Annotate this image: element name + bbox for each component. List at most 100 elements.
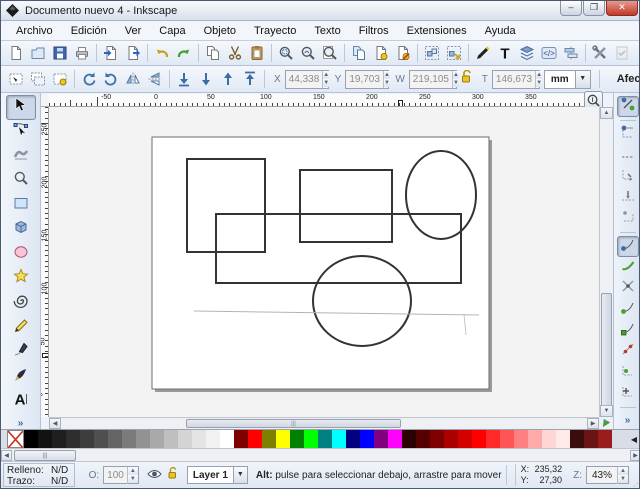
color-swatch[interactable]: [528, 430, 542, 448]
color-swatch[interactable]: [346, 430, 360, 448]
color-swatch[interactable]: [276, 430, 290, 448]
unlink-clone-button[interactable]: [392, 42, 414, 64]
snap-smooth-nodes-button[interactable]: [617, 320, 639, 341]
xml-editor-button[interactable]: </>: [538, 42, 560, 64]
color-swatch[interactable]: [80, 430, 94, 448]
snap-rotation-center-button[interactable]: [617, 383, 639, 404]
snap-paths-button[interactable]: [617, 257, 639, 278]
pencil-tool-button[interactable]: [6, 316, 36, 341]
layer-selector[interactable]: Layer 1 ▼: [187, 466, 248, 484]
color-swatch[interactable]: [318, 430, 332, 448]
scroll-right-arrow[interactable]: ▶: [587, 418, 599, 429]
color-swatch[interactable]: [234, 430, 248, 448]
ungroup-objects-button[interactable]: [443, 42, 465, 64]
color-swatch[interactable]: [500, 430, 514, 448]
color-management-toggle[interactable]: [599, 417, 613, 429]
snap-bbox-centers-button[interactable]: [617, 208, 639, 229]
bezier-tool-button[interactable]: [6, 340, 36, 365]
open-document-button[interactable]: [27, 42, 49, 64]
snap-path-intersections-button[interactable]: [617, 278, 639, 299]
snap-object-centers-button[interactable]: [617, 362, 639, 383]
unit-dropdown[interactable]: mm▼: [544, 70, 591, 89]
export-bitmap-button[interactable]: [122, 42, 144, 64]
rotate-cw-button[interactable]: [100, 68, 122, 90]
color-swatch[interactable]: [220, 430, 234, 448]
snapbar-overflow-chevron[interactable]: »: [625, 415, 631, 426]
paste-button[interactable]: [246, 42, 268, 64]
palette-scroll-thumb[interactable]: |||: [14, 450, 76, 461]
close-button[interactable]: ✕: [606, 1, 638, 16]
maximize-button[interactable]: ❐: [583, 1, 605, 16]
zoom-page-button[interactable]: [319, 42, 341, 64]
color-swatch[interactable]: [416, 430, 430, 448]
menu-texto[interactable]: Texto: [305, 23, 349, 39]
color-swatch[interactable]: [444, 430, 458, 448]
color-swatch[interactable]: [304, 430, 318, 448]
duplicate-button[interactable]: [348, 42, 370, 64]
lower-button[interactable]: [195, 68, 217, 90]
toolbox-overflow-chevron[interactable]: »: [18, 418, 24, 429]
snap-bbox-corners-button[interactable]: [617, 166, 639, 187]
rotate-ccw-button[interactable]: [78, 68, 100, 90]
color-swatch[interactable]: [290, 430, 304, 448]
y-field[interactable]: 19,703▲▼: [345, 70, 389, 89]
color-swatch[interactable]: [24, 430, 38, 448]
zoom-selection-button[interactable]: [275, 42, 297, 64]
menu-archivo[interactable]: Archivo: [7, 23, 62, 39]
horizontal-scrollbar[interactable]: ◀ ||| ▶: [49, 417, 599, 429]
snap-bbox-edge-midpoints-button[interactable]: [617, 187, 639, 208]
flip-horizontal-button[interactable]: [122, 68, 144, 90]
canvas-viewport[interactable]: [49, 107, 599, 417]
layer-visibility-icon[interactable]: [147, 468, 162, 483]
color-swatch[interactable]: [430, 430, 444, 448]
palette-scroll-right-arrow[interactable]: ▶: [630, 450, 640, 461]
layer-lock-icon[interactable]: [167, 467, 179, 483]
select-all-layers-button[interactable]: [27, 68, 49, 90]
no-color-swatch[interactable]: [7, 430, 24, 448]
color-swatch[interactable]: [150, 430, 164, 448]
node-tool-button[interactable]: [6, 120, 36, 145]
color-swatch[interactable]: [598, 430, 612, 448]
create-clone-button[interactable]: [370, 42, 392, 64]
color-swatch[interactable]: [514, 430, 528, 448]
drawing-canvas[interactable]: [49, 107, 599, 417]
title-bar[interactable]: Documento nuevo 4 - Inkscape – ❐ ✕: [1, 1, 640, 21]
raise-to-top-button[interactable]: [239, 68, 261, 90]
star-tool-button[interactable]: [6, 267, 36, 292]
fill-stroke-indicator[interactable]: Relleno: N/D Trazo: N/D: [3, 463, 75, 487]
resize-grip[interactable]: ⋰: [633, 479, 640, 488]
color-swatch[interactable]: [542, 430, 556, 448]
text-dialog-button[interactable]: T: [494, 42, 516, 64]
copy-button[interactable]: [202, 42, 224, 64]
menu-ayuda[interactable]: Ayuda: [476, 23, 525, 39]
color-swatch[interactable]: [206, 430, 220, 448]
menu-filtros[interactable]: Filtros: [350, 23, 398, 39]
color-swatch[interactable]: [178, 430, 192, 448]
flip-vertical-button[interactable]: [144, 68, 166, 90]
snap-nodes-button[interactable]: [617, 236, 639, 257]
height-field[interactable]: 146,673▲▼: [492, 70, 540, 89]
opacity-field[interactable]: 100▲▼: [103, 466, 139, 484]
color-swatch[interactable]: [136, 430, 150, 448]
horizontal-scroll-thumb[interactable]: |||: [186, 419, 401, 428]
tweak-tool-button[interactable]: [6, 144, 36, 169]
color-swatch[interactable]: [192, 430, 206, 448]
snap-bbox-edges-button[interactable]: [617, 145, 639, 166]
minimize-button[interactable]: –: [560, 1, 582, 16]
menu-extensiones[interactable]: Extensiones: [398, 23, 476, 39]
preferences-button[interactable]: [589, 42, 611, 64]
zoom-field[interactable]: 43%▲▼: [586, 466, 629, 484]
color-swatch[interactable]: [94, 430, 108, 448]
new-document-button[interactable]: [5, 42, 27, 64]
fill-stroke-dialog-button[interactable]: [472, 42, 494, 64]
enable-snapping-button[interactable]: [617, 96, 639, 117]
color-swatch[interactable]: [570, 430, 584, 448]
spiral-tool-button[interactable]: [6, 291, 36, 316]
color-swatch[interactable]: [402, 430, 416, 448]
color-swatch[interactable]: [164, 430, 178, 448]
zoom-drawing-button[interactable]: [297, 42, 319, 64]
width-field[interactable]: 219,105▲▼: [409, 70, 457, 89]
palette-scroll-arrow-icon[interactable]: ◀: [631, 435, 637, 444]
color-swatch[interactable]: [360, 430, 374, 448]
menu-trayecto[interactable]: Trayecto: [245, 23, 305, 39]
